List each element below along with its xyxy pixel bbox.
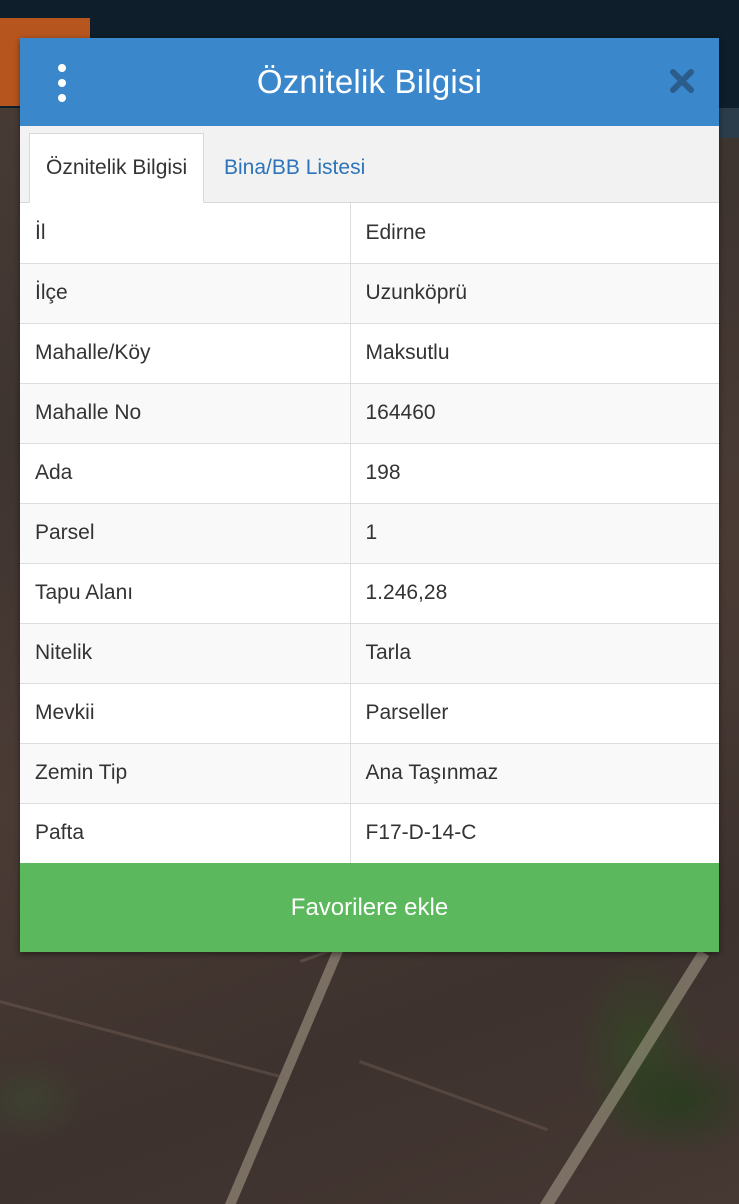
table-row: Nitelik Tarla (20, 622, 719, 683)
attribute-value: 1.246,28 (350, 562, 719, 623)
attribute-key: Nitelik (20, 622, 351, 683)
attribute-key: Mahalle No (20, 382, 351, 443)
attribute-key: İl (20, 203, 351, 263)
attribute-value: Maksutlu (350, 322, 719, 383)
table-row: Zemin Tip Ana Taşınmaz (20, 742, 719, 803)
table-row: Pafta F17-D-14-C (20, 802, 719, 863)
table-row: Mevkii Parseller (20, 682, 719, 743)
attribute-value: 164460 (350, 382, 719, 443)
dialog-header: Öznitelik Bilgisi (20, 38, 719, 126)
table-row: Mahalle/Köy Maksutlu (20, 322, 719, 383)
table-row: İl Edirne (20, 203, 719, 263)
close-icon[interactable] (667, 66, 697, 96)
map-edge-strip (719, 108, 739, 138)
table-row: İlçe Uzunköprü (20, 262, 719, 323)
attribute-key: Zemin Tip (20, 742, 351, 803)
attribute-value: 198 (350, 442, 719, 503)
attribute-key: Pafta (20, 802, 351, 863)
attribute-key: Mahalle/Köy (20, 322, 351, 383)
attribute-key: Tapu Alanı (20, 562, 351, 623)
table-row: Parsel 1 (20, 502, 719, 563)
dialog-tabs: Öznitelik Bilgisi Bina/BB Listesi (20, 126, 719, 203)
attribute-value: F17-D-14-C (350, 802, 719, 863)
attribute-dialog: Öznitelik Bilgisi Öznitelik Bilgisi Bina… (20, 38, 719, 952)
attribute-value: Uzunköprü (350, 262, 719, 323)
table-row: Tapu Alanı 1.246,28 (20, 562, 719, 623)
attribute-value: Tarla (350, 622, 719, 683)
attribute-value: 1 (350, 502, 719, 563)
attribute-key: Parsel (20, 502, 351, 563)
kebab-menu-icon[interactable] (50, 64, 74, 102)
table-row: Ada 198 (20, 442, 719, 503)
add-to-favorites-button[interactable]: Favorilere ekle (20, 863, 719, 952)
attribute-value: Parseller (350, 682, 719, 743)
tab-building-list[interactable]: Bina/BB Listesi (208, 133, 381, 202)
attribute-key: Mevkii (20, 682, 351, 743)
dialog-title: Öznitelik Bilgisi (256, 63, 483, 100)
attribute-key: İlçe (20, 262, 351, 323)
table-row: Mahalle No 164460 (20, 382, 719, 443)
tab-attribute-info[interactable]: Öznitelik Bilgisi (29, 133, 205, 203)
attribute-value: Ana Taşınmaz (350, 742, 719, 803)
attribute-value: Edirne (350, 203, 719, 263)
attribute-key: Ada (20, 442, 351, 503)
attribute-table: İl Edirne İlçe Uzunköprü Mahalle/Köy Mak… (20, 203, 719, 863)
